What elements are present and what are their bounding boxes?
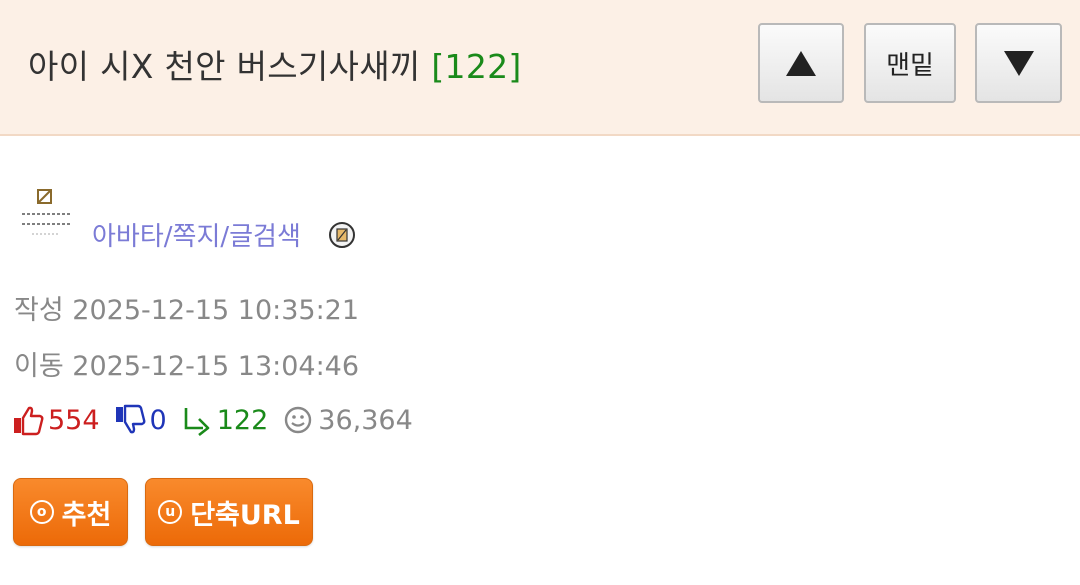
avatar-message-search-link[interactable]: 아바타/쪽지/글검색 [92,216,301,253]
avatar[interactable] [18,184,74,246]
views-smiley-icon [285,406,312,434]
recommend-button[interactable]: o 추천 [13,478,128,546]
written-date: 작성 2025-12-15 10:35:21 [14,288,359,327]
short-url-button[interactable]: u 단축URL [145,478,313,546]
like-count: 554 [48,404,100,436]
written-label: 작성 [14,295,64,326]
short-url-circle-icon: u [158,500,183,524]
view-count: 36,364 [318,404,413,436]
moved-label: 이동 [14,351,64,382]
dislike-count: 0 [149,404,167,436]
scroll-down-button[interactable] [975,23,1062,103]
post-title: 아이 시X 천안 버스기사새끼 [122] [28,40,522,88]
written-value: 2025-12-15 10:35:21 [72,295,360,326]
post-title-text: 아이 시X 천안 버스기사새끼 [28,47,421,86]
comment-count: [122] [431,47,522,86]
thumbs-up-icon [14,406,44,436]
reply-arrow-icon [184,408,210,436]
reply-count: 122 [216,404,269,436]
short-url-label: 단축URL [190,499,300,531]
triangle-down-icon [1003,50,1034,76]
thumbs-down-icon [115,404,145,434]
post-stats: 554 0 122 36,364 [12,400,427,440]
recommend-label: 추천 [61,499,112,531]
post-header: 아이 시X 천안 버스기사새끼 [122] 맨밑 [0,0,1080,136]
avatar-image [22,189,70,235]
triangle-up-icon [786,50,816,76]
moved-date: 이동 2025-12-15 13:04:46 [14,344,359,383]
moved-value: 2025-12-15 13:04:46 [72,351,360,382]
recommend-circle-icon: o [29,500,54,524]
scroll-bottom-button[interactable]: 맨밑 [864,23,956,103]
scroll-top-button[interactable] [758,23,844,103]
level-badge-icon [329,222,355,248]
